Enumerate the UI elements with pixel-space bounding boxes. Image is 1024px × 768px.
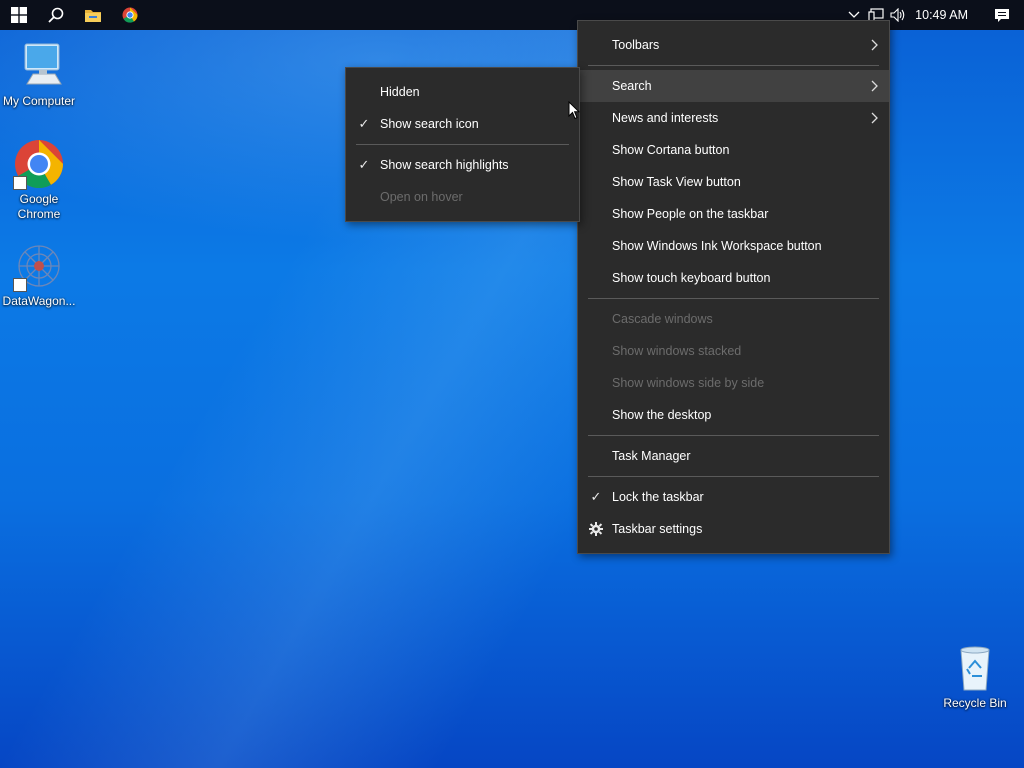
menu-item-label: Show People on the taskbar <box>612 207 769 221</box>
file-explorer-icon[interactable] <box>74 0 111 30</box>
menu-item-task-manager[interactable]: Task Manager <box>578 440 889 472</box>
menu-item-show-windows-side-by-side: Show windows side by side <box>578 367 889 399</box>
menu-item-show-cortana-button[interactable]: Show Cortana button <box>578 134 889 166</box>
menu-item-label: Lock the taskbar <box>612 490 704 504</box>
chevron-right-icon <box>871 102 879 134</box>
menu-item-label: Hidden <box>380 85 420 99</box>
menu-item-label: Show Cortana button <box>612 143 730 157</box>
menu-separator <box>588 298 879 299</box>
menu-item-label: Show Windows Ink Workspace button <box>612 239 822 253</box>
menu-separator <box>588 65 879 66</box>
search-icon[interactable] <box>37 0 74 30</box>
menu-item-label: Show Task View button <box>612 175 741 189</box>
menu-item-show-people[interactable]: Show People on the taskbar <box>578 198 889 230</box>
menu-item-label: Show windows side by side <box>612 376 765 390</box>
volume-icon[interactable] <box>887 0 909 30</box>
desktop-icon-google-chrome[interactable]: Google Chrome <box>0 138 78 222</box>
shortcut-arrow-icon <box>13 176 27 190</box>
menu-separator <box>588 435 879 436</box>
menu-item-search[interactable]: Search <box>578 70 889 102</box>
menu-item-label: Cascade windows <box>612 312 713 326</box>
desktop-icon-recycle-bin[interactable]: Recycle Bin <box>936 642 1014 711</box>
desktop-icon-my-computer[interactable]: My Computer <box>0 40 78 109</box>
mouse-cursor-icon <box>568 100 581 125</box>
search-submenu: Hidden ✓ Show search icon ✓ Show search … <box>345 67 580 222</box>
desktop-icon-label: DataWagon... <box>2 294 76 308</box>
menu-item-label: Show touch keyboard button <box>612 271 771 285</box>
menu-item-show-the-desktop[interactable]: Show the desktop <box>578 399 889 431</box>
menu-item-label: Show search highlights <box>380 158 509 172</box>
menu-item-label: Task Manager <box>612 449 691 463</box>
menu-item-show-windows-stacked: Show windows stacked <box>578 335 889 367</box>
windows-start-icon[interactable] <box>0 0 37 30</box>
chevron-right-icon <box>871 29 879 61</box>
clock[interactable]: 10:49 AM <box>915 8 968 22</box>
menu-item-label: Toolbars <box>612 38 660 52</box>
menu-separator <box>356 144 569 145</box>
submenu-item-show-search-icon[interactable]: ✓ Show search icon <box>346 108 579 140</box>
action-center-icon[interactable] <box>980 0 1024 30</box>
menu-item-label: Open on hover <box>380 190 463 204</box>
submenu-item-open-on-hover: Open on hover <box>346 181 579 213</box>
desktop-icon-label: My Computer <box>2 94 76 108</box>
chrome-icon[interactable] <box>111 0 148 30</box>
menu-item-label: News and interests <box>612 111 719 125</box>
menu-separator <box>588 476 879 477</box>
desktop-icon-datawagon[interactable]: DataWagon... <box>0 240 78 309</box>
menu-item-label: Search <box>612 79 652 93</box>
chrome-icon <box>13 138 65 190</box>
menu-item-cascade-windows: Cascade windows <box>578 303 889 335</box>
menu-item-label: Show search icon <box>380 117 479 131</box>
menu-item-toolbars[interactable]: Toolbars <box>578 29 889 61</box>
taskbar-context-menu: Toolbars Search News and interests Show … <box>577 20 890 554</box>
menu-item-show-ink-workspace[interactable]: Show Windows Ink Workspace button <box>578 230 889 262</box>
shortcut-arrow-icon <box>13 278 27 292</box>
checkmark-icon: ✓ <box>590 489 602 504</box>
gear-icon <box>588 513 604 545</box>
menu-item-label: Taskbar settings <box>612 522 703 536</box>
menu-item-show-task-view-button[interactable]: Show Task View button <box>578 166 889 198</box>
recycle-bin-icon <box>949 642 1001 694</box>
datawagon-icon <box>13 240 65 292</box>
menu-item-lock-the-taskbar[interactable]: ✓ Lock the taskbar <box>578 481 889 513</box>
menu-item-show-touch-keyboard[interactable]: Show touch keyboard button <box>578 262 889 294</box>
menu-item-taskbar-settings[interactable]: Taskbar settings <box>578 513 889 545</box>
checkmark-icon: ✓ <box>358 116 370 131</box>
checkmark-icon: ✓ <box>358 157 370 172</box>
menu-item-news-and-interests[interactable]: News and interests <box>578 102 889 134</box>
chevron-right-icon <box>871 70 879 102</box>
menu-item-label: Show the desktop <box>612 408 712 422</box>
menu-item-label: Show windows stacked <box>612 344 742 358</box>
submenu-item-show-search-highlights[interactable]: ✓ Show search highlights <box>346 149 579 181</box>
desktop-icon-label: Recycle Bin <box>943 696 1007 710</box>
computer-icon <box>13 40 65 92</box>
desktop-icon-label: Google Chrome <box>17 192 61 221</box>
submenu-item-hidden[interactable]: Hidden <box>346 76 579 108</box>
